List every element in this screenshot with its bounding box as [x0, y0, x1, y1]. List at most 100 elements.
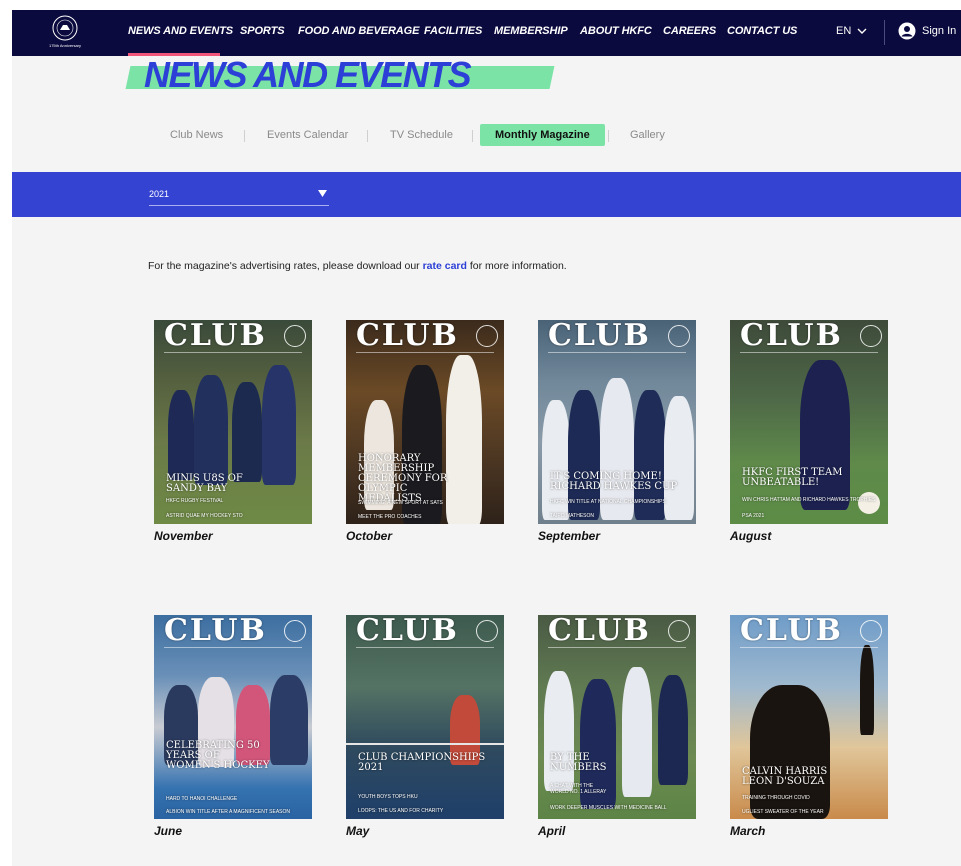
- cover-rule: [164, 647, 302, 648]
- magazine-month-label[interactable]: March: [730, 824, 765, 838]
- cover-subline: ASTRID QUAE MY HOCKEY STO: [166, 513, 243, 519]
- advertising-info-text-end: for more information.: [466, 260, 567, 272]
- chevron-down-icon: [857, 28, 867, 34]
- tab-separator: [244, 130, 245, 142]
- cover-rule: [740, 352, 878, 353]
- magazine-cover-june[interactable]: CLUB CELEBRATING 50 YEARS OF WOMEN'S HOC…: [154, 615, 312, 819]
- cover-headline: IT'S COMING HOME! RICHARD HAWKES CUP: [550, 471, 678, 492]
- cover-subline: MEET THE PRO COACHES: [358, 514, 422, 520]
- cover-masthead: CLUB: [548, 615, 651, 648]
- cover-subline: PSA 2021: [742, 513, 765, 519]
- tab-tv-schedule[interactable]: TV Schedule: [390, 129, 453, 141]
- nav-item-membership[interactable]: MEMBERSHIP: [494, 25, 568, 37]
- cover-masthead: CLUB: [356, 615, 459, 648]
- magazine-cover-october[interactable]: CLUB HONORARY MEMBERSHIP CEREMONY FOR OL…: [346, 320, 504, 524]
- year-dropdown-value: 2021: [149, 188, 170, 199]
- magazine-cover-may[interactable]: CLUB CLUB CHAMPIONSHIPS 2021 YOUTH BOYS …: [346, 615, 504, 819]
- magazine-month-label[interactable]: November: [154, 529, 213, 543]
- page-title: NEWS AND EVENTS: [144, 54, 472, 95]
- tab-gallery[interactable]: Gallery: [630, 129, 665, 141]
- caret-down-icon: [318, 190, 327, 197]
- cover-subline: HKFC WIN TITLE AT NATIONAL CHAMPIONSHIPS: [550, 499, 666, 505]
- cover-headline: MINIS U8S OF SANDY BAY: [166, 473, 243, 494]
- tab-events-calendar[interactable]: Events Calendar: [267, 129, 348, 141]
- user-icon: [898, 22, 916, 40]
- cover-subline: HKFC RUGBY FESTIVAL: [166, 498, 224, 504]
- nav-item-news-and-events[interactable]: NEWS AND EVENTS: [128, 25, 233, 37]
- cover-subline: A CHAT WITH THE WORLD NO. 1 ALLERAY: [550, 783, 607, 795]
- rate-card-link[interactable]: rate card: [423, 260, 467, 272]
- cover-rule: [740, 647, 878, 648]
- crest-icon: [860, 325, 882, 347]
- cover-headline: HKFC FIRST TEAM UNBEATABLE!: [742, 467, 843, 488]
- cover-masthead: CLUB: [164, 320, 267, 353]
- nav-item-contact-us[interactable]: CONTACT US: [727, 25, 797, 37]
- magazine-month-label[interactable]: June: [154, 824, 182, 838]
- club-crest-icon: [52, 15, 78, 41]
- cover-masthead: CLUB: [740, 320, 843, 353]
- cover-rule: [548, 647, 686, 648]
- advertising-info: For the magazine's advertising rates, pl…: [148, 260, 567, 272]
- magazine-month-label[interactable]: August: [730, 529, 771, 543]
- cover-masthead: CLUB: [356, 320, 459, 353]
- magazine-cover-april[interactable]: CLUB BY THE NUMBERS A CHAT WITH THE WORL…: [538, 615, 696, 819]
- cover-rule: [356, 352, 494, 353]
- cover-subline: ALBION WIN TITLE AFTER A MAGNIFICENT SEA…: [166, 809, 291, 815]
- cover-rule: [164, 352, 302, 353]
- tab-separator: [367, 130, 368, 142]
- cover-subline: TRAINING THROUGH COVID: [742, 795, 810, 801]
- club-logo[interactable]: 175th Anniversary: [44, 14, 86, 52]
- cover-rule: [548, 352, 686, 353]
- cover-subline: LOOPS: THE US AND FOR CHARITY: [358, 808, 444, 814]
- magazine-cover-november[interactable]: CLUB MINIS U8S OF SANDY BAY HKFC RUGBY F…: [154, 320, 312, 524]
- page-frame: 175th Anniversary NEWS AND EVENTS SPORTS…: [12, 10, 961, 866]
- nav-item-sports[interactable]: SPORTS: [240, 25, 285, 37]
- nav-divider: [884, 20, 885, 45]
- cover-headline: CELEBRATING 50 YEARS OF WOMEN'S HOCKEY: [166, 740, 270, 771]
- cover-subline: WORK DEEPER MUSCLES WITH MEDICINE BALL: [550, 805, 667, 811]
- tab-separator: [608, 130, 609, 142]
- tab-monthly-magazine[interactable]: Monthly Magazine: [480, 124, 605, 146]
- cover-rule: [356, 647, 494, 648]
- magazine-month-label[interactable]: October: [346, 529, 392, 543]
- cover-headline: CLUB CHAMPIONSHIPS 2021: [358, 752, 486, 773]
- tab-club-news[interactable]: Club News: [170, 129, 223, 141]
- top-navigation: 175th Anniversary NEWS AND EVENTS SPORTS…: [12, 10, 961, 56]
- cover-headline: BY THE NUMBERS: [550, 752, 607, 773]
- sign-in-button[interactable]: Sign In: [898, 22, 956, 40]
- cover-headline: HONORARY MEMBERSHIP CEREMONY FOR OLYMPIC…: [358, 453, 448, 504]
- nav-item-food-and-beverage[interactable]: FOOD AND BEVERAGE: [298, 25, 419, 37]
- magazine-month-label[interactable]: September: [538, 529, 600, 543]
- cover-subline: HARD TO HANOI CHALLENGE: [166, 796, 238, 802]
- magazine-cover-august[interactable]: CLUB HKFC FIRST TEAM UNBEATABLE! WIN CHR…: [730, 320, 888, 524]
- crest-icon: [284, 620, 306, 642]
- cover-subline: SWIMMING: A NEW SPORT AT SATS: [358, 500, 443, 506]
- magazine-cover-september[interactable]: CLUB IT'S COMING HOME! RICHARD HAWKES CU…: [538, 320, 696, 524]
- cover-subline: TAIPO MATHESON: [550, 513, 594, 519]
- tab-separator: [472, 130, 473, 142]
- magazine-cover-march[interactable]: CLUB CALVIN HARRIS LEON D'SOUZA TRAINING…: [730, 615, 888, 819]
- nav-item-careers[interactable]: CAREERS: [663, 25, 716, 37]
- magazine-month-label[interactable]: May: [346, 824, 369, 838]
- crest-icon: [476, 620, 498, 642]
- cover-masthead: CLUB: [548, 320, 651, 353]
- cover-subline: WIN CHRIS HATTAM AND RICHARD HAWKES TROP…: [742, 497, 876, 503]
- cover-subline: YOUTH BOYS TOPS HKU: [358, 794, 418, 800]
- cover-headline: CALVIN HARRIS LEON D'SOUZA: [742, 766, 828, 787]
- crest-icon: [860, 620, 882, 642]
- magazine-month-label[interactable]: April: [538, 824, 565, 838]
- crest-icon: [284, 325, 306, 347]
- language-selector[interactable]: EN: [836, 25, 867, 37]
- cover-subline: UGLIEST SWEATER OF THE YEAR: [742, 809, 824, 815]
- language-label: EN: [836, 25, 852, 37]
- crest-icon: [668, 325, 690, 347]
- year-filter-band: 2021: [12, 172, 961, 217]
- nav-item-about-hkfc[interactable]: ABOUT HKFC: [580, 25, 652, 37]
- year-dropdown[interactable]: 2021: [149, 182, 329, 206]
- nav-item-facilities[interactable]: FACILITIES: [424, 25, 482, 37]
- crest-icon: [476, 325, 498, 347]
- sign-in-label: Sign In: [922, 25, 957, 37]
- cover-masthead: CLUB: [164, 615, 267, 648]
- logo-caption: 175th Anniversary: [48, 43, 82, 48]
- crest-icon: [668, 620, 690, 642]
